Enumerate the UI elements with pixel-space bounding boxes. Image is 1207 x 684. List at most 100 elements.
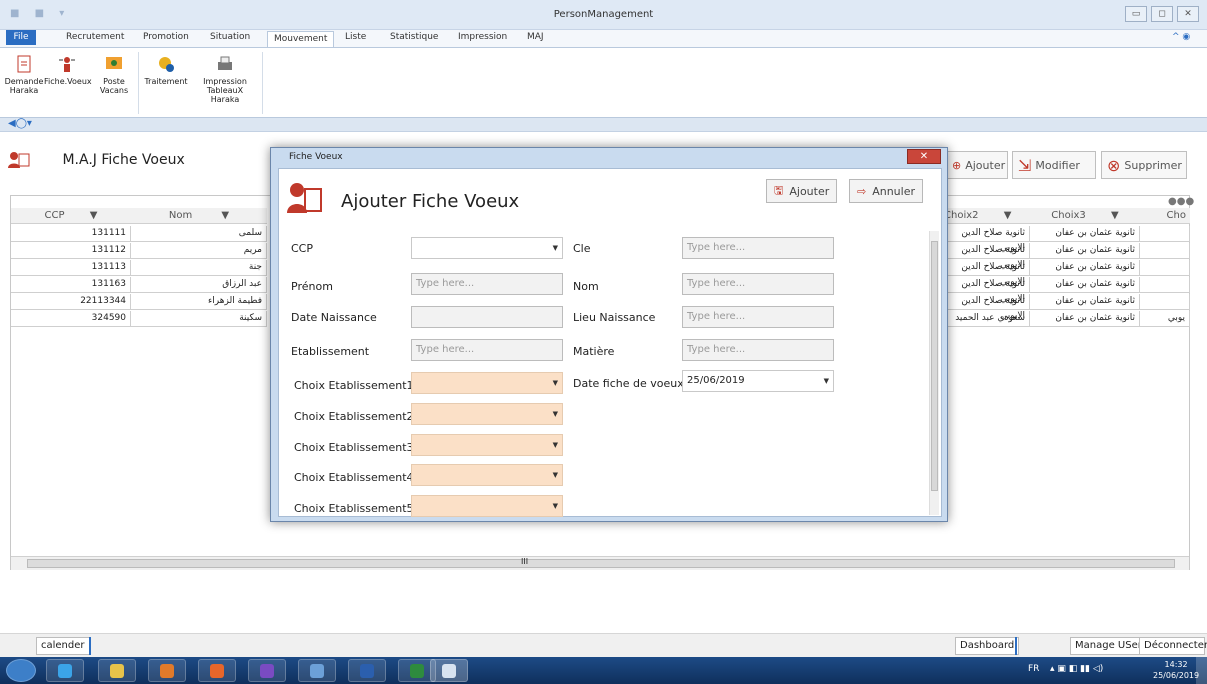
ajouter-button[interactable]: ⊕ Ajouter (946, 151, 1008, 179)
date-naissance-label: Date Naissance (291, 311, 377, 324)
dialog-ajouter-button[interactable]: 🖫 Ajouter (766, 179, 838, 203)
choix4-combobox[interactable]: ▼ (411, 464, 563, 486)
cell-cho[interactable]: يوبي (1140, 311, 1190, 327)
tab-mouvement[interactable]: Mouvement (267, 31, 335, 47)
cell-ccp[interactable]: 131113 (11, 260, 131, 276)
cell-cho[interactable] (1140, 243, 1190, 259)
cell-ccp[interactable]: 131112 (11, 243, 131, 259)
clock[interactable]: 14:32 25/06/2019 (1153, 659, 1199, 681)
demande-haraka-button[interactable]: Demande Haraka (4, 54, 44, 95)
cell-nom[interactable]: عبد الرزاق (131, 277, 267, 293)
visual-studio-icon[interactable] (248, 659, 286, 682)
cell-ccp[interactable]: 324590 (11, 311, 131, 327)
language-indicator[interactable]: FR (1028, 664, 1039, 674)
word-icon[interactable] (348, 659, 386, 682)
cell-cho[interactable] (1140, 277, 1190, 293)
cell-choix2[interactable]: ثانوية صلاح الدين الايوبي (940, 226, 1030, 253)
cell-choix3[interactable]: ثانوية عثمان بن عفان (1030, 260, 1140, 276)
ie-icon[interactable] (46, 659, 84, 682)
cell-nom[interactable]: فطيمة الزهراء (131, 294, 267, 310)
person-management-icon[interactable] (430, 659, 468, 682)
maximize-button[interactable]: ◻ (1151, 6, 1173, 22)
tab-impression[interactable]: Impression (458, 32, 507, 42)
choix2-combobox[interactable]: ▼ (411, 403, 563, 425)
back-forward-icon[interactable]: ◀◯▾ (8, 118, 32, 129)
more-options-icon[interactable]: ●●● (1168, 196, 1194, 207)
cell-choix2[interactable]: ثانوية صلاح الدين الايوبي (940, 277, 1030, 304)
cell-choix3[interactable]: ثانوية عثمان بن عفان (1030, 311, 1140, 327)
close-window-button[interactable]: ✕ (1177, 6, 1199, 22)
choix5-combobox[interactable]: ▼ (411, 495, 563, 517)
page-header: M.A.J Fiche Voeux (8, 150, 185, 170)
cell-choix2[interactable]: ثانوية صلاح الدين الايوبي (940, 260, 1030, 287)
cle-field[interactable]: Type here... (682, 237, 834, 259)
deconnecter-button[interactable]: Déconnecter (1139, 637, 1207, 655)
start-button[interactable] (6, 659, 36, 682)
date-naissance-field[interactable] (411, 306, 563, 328)
cell-nom[interactable]: مريم (131, 243, 267, 259)
filter-icon[interactable]: ▼ (90, 210, 98, 221)
tab-maj[interactable]: MAJ (527, 32, 544, 42)
app-icon[interactable] (298, 659, 336, 682)
column-header-choix3[interactable]: Choix3 ▼ (1030, 208, 1140, 224)
cell-choix3[interactable]: ثانوية عثمان بن عفان (1030, 243, 1140, 259)
poste-vacans-button[interactable]: Poste Vacans (92, 54, 136, 95)
cell-choix3[interactable]: ثانوية عثمان بن عفان (1030, 226, 1140, 242)
cell-choix2[interactable]: ثانوية صلاح الدين الايوبي (940, 243, 1030, 270)
matiere-field[interactable]: Type here... (682, 339, 834, 361)
etablissement-field[interactable]: Type here... (411, 339, 563, 361)
dialog-close-button[interactable]: ✕ (907, 149, 941, 164)
column-header-cho[interactable]: Cho (1140, 208, 1190, 224)
filter-icon[interactable]: ▼ (1004, 210, 1012, 221)
tab-statistique[interactable]: Statistique (390, 32, 438, 42)
show-desktop-button[interactable] (1196, 657, 1207, 684)
column-header-nom[interactable]: Nom ▼ (131, 208, 267, 224)
calender-button[interactable]: calender (36, 637, 90, 655)
cell-choix2[interactable]: سعودي عبد الحميد (940, 311, 1030, 327)
media-icon[interactable] (148, 659, 186, 682)
cell-ccp[interactable]: 22113344 (11, 294, 131, 310)
horizontal-scrollbar[interactable]: III (11, 556, 1189, 570)
date-fiche-label: Date fiche de voeux (573, 377, 684, 390)
dashboard-button[interactable]: Dashboard (955, 637, 1020, 655)
dialog-scrollbar[interactable] (929, 231, 939, 515)
filter-icon[interactable]: ▼ (221, 210, 229, 221)
dialog-annuler-button[interactable]: ⇨ Annuler (849, 179, 924, 203)
supprimer-button[interactable]: ⊗ Supprimer (1101, 151, 1187, 179)
tab-recrutement[interactable]: Recrutement (66, 32, 124, 42)
cell-cho[interactable] (1140, 294, 1190, 310)
cell-nom[interactable]: سكينة (131, 311, 267, 327)
cell-cho[interactable] (1140, 226, 1190, 242)
column-header-choix2[interactable]: Choix2 ▼ (940, 208, 1030, 224)
prenom-field[interactable]: Type here... (411, 273, 563, 295)
traitement-button[interactable]: Traitement (142, 54, 190, 86)
date-fiche-picker[interactable]: 25/06/2019 ▼ (682, 370, 834, 392)
modifier-button[interactable]: ⇲ Modifier (1012, 151, 1096, 179)
tab-file[interactable]: File (6, 30, 36, 45)
firefox-icon[interactable] (198, 659, 236, 682)
tab-situation[interactable]: Situation (210, 32, 250, 42)
lieu-naissance-field[interactable]: Type here... (682, 306, 834, 328)
cell-choix3[interactable]: ثانوية عثمان بن عفان (1030, 277, 1140, 293)
choix3-combobox[interactable]: ▼ (411, 434, 563, 456)
filter-icon[interactable]: ▼ (1111, 210, 1119, 221)
minimize-button[interactable]: ▭ (1125, 6, 1147, 22)
tray-icons[interactable]: ▴ ▣ ◧ ▮▮ ◁) (1050, 664, 1103, 674)
cell-cho[interactable] (1140, 260, 1190, 276)
fiche-voeux-button[interactable]: Fiche.Voeux (44, 54, 92, 86)
choix1-combobox[interactable]: ▼ (411, 372, 563, 394)
ribbon-collapse-icon[interactable]: ^ ◉ (1172, 32, 1190, 42)
cell-choix2[interactable]: ثانوية صلاح الدين الايوبي (940, 294, 1030, 321)
column-header-ccp[interactable]: CCP ▼ (11, 208, 131, 224)
cell-choix3[interactable]: ثانوية عثمان بن عفان (1030, 294, 1140, 310)
tab-promotion[interactable]: Promotion (143, 32, 189, 42)
impression-tableaux-button[interactable]: Impression TableauX Haraka (192, 54, 258, 104)
explorer-icon[interactable] (98, 659, 136, 682)
cell-ccp[interactable]: 131163 (11, 277, 131, 293)
ccp-combobox[interactable]: ▼ (411, 237, 563, 259)
cell-nom[interactable]: جنة (131, 260, 267, 276)
nom-field[interactable]: Type here... (682, 273, 834, 295)
tab-liste[interactable]: Liste (345, 32, 366, 42)
cell-nom[interactable]: سلمى (131, 226, 267, 242)
cell-ccp[interactable]: 131111 (11, 226, 131, 242)
